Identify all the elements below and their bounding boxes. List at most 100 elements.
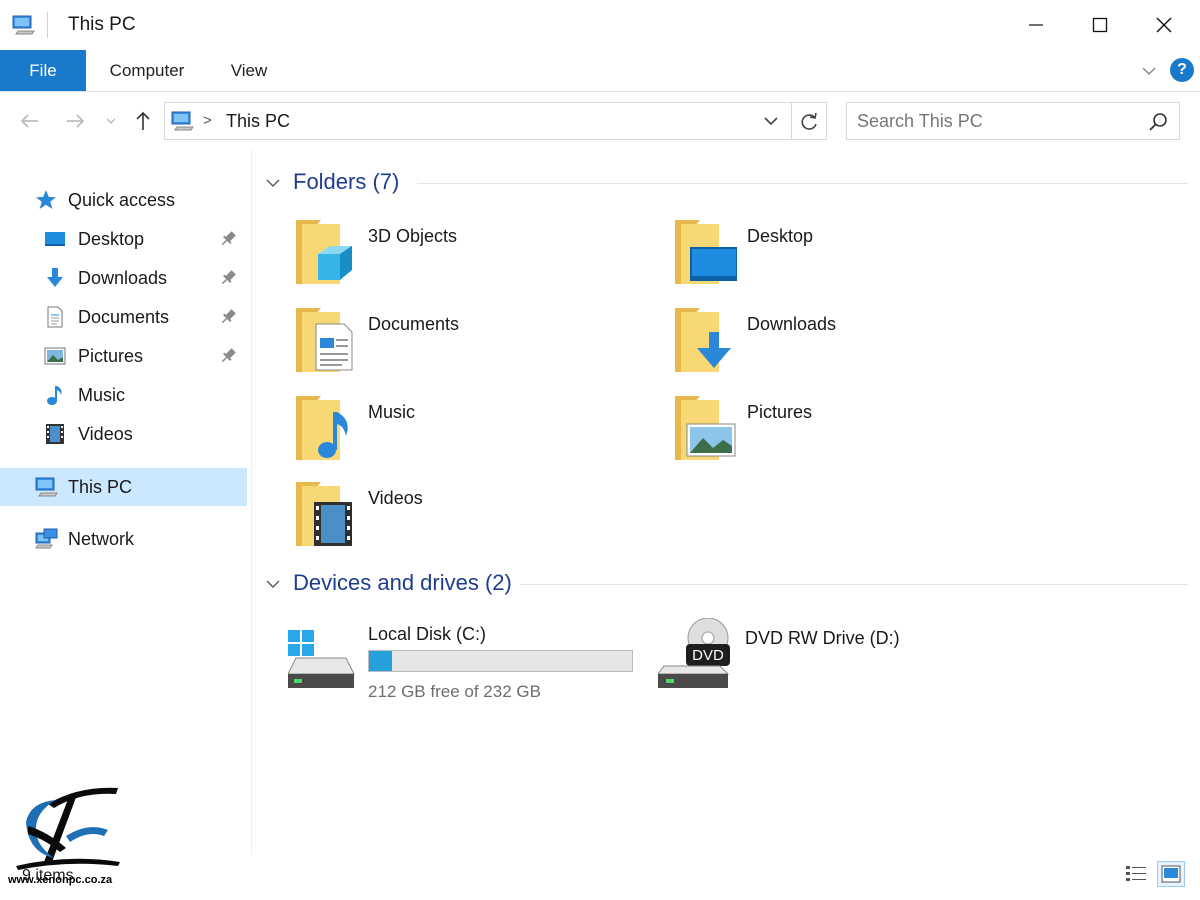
close-button[interactable] — [1140, 6, 1188, 44]
folder-tile-downloads[interactable]: Downloads — [673, 306, 1033, 386]
sidebar-item-label: Videos — [78, 424, 133, 444]
sidebar-item-network[interactable]: Network — [0, 520, 247, 558]
sidebar-item-pictures[interactable]: Pictures — [0, 337, 247, 375]
help-button[interactable]: ? — [1170, 58, 1194, 82]
folder-name: Videos — [368, 488, 423, 508]
minimize-button[interactable] — [1012, 6, 1060, 44]
sidebar-item-label: Downloads — [78, 268, 168, 288]
watermark-logo: www.xenonpc.co.za — [8, 782, 128, 892]
folder-tile-pictures[interactable]: Pictures — [673, 394, 1033, 474]
breadcrumb-this-pc[interactable]: This PC — [226, 111, 290, 132]
refresh-button[interactable] — [797, 110, 821, 134]
sidebar-item-quick-access[interactable]: Quick access — [0, 181, 247, 219]
desktop-folder-icon — [673, 218, 738, 294]
back-button[interactable] — [15, 106, 45, 136]
3d-objects-folder-icon — [294, 218, 358, 294]
devices-group-header[interactable]: Devices and drives (2) — [262, 569, 1188, 599]
desktop-icon — [44, 228, 66, 250]
folder-tile-videos[interactable]: Videos — [294, 480, 654, 560]
chevron-down-icon[interactable] — [264, 575, 282, 593]
pictures-icon — [44, 345, 66, 367]
arrow-right-icon — [67, 114, 85, 128]
music-icon — [44, 384, 66, 406]
title-separator — [47, 12, 48, 38]
large-icons-view-button[interactable] — [1157, 861, 1185, 887]
sidebar-item-documents[interactable]: Documents — [0, 298, 247, 336]
group-divider — [417, 183, 1188, 184]
folder-tile-music[interactable]: Music — [294, 394, 654, 474]
this-pc-icon — [171, 110, 195, 132]
pin-icon[interactable] — [218, 229, 238, 249]
ribbon: File Computer View ? — [0, 50, 1200, 92]
navigation-pane: Quick access Desktop Downloads Documents — [0, 150, 252, 855]
chevron-down-icon — [106, 118, 116, 124]
pin-icon[interactable] — [218, 268, 238, 288]
details-view-button[interactable] — [1122, 861, 1150, 887]
chevron-down-icon[interactable] — [264, 174, 282, 192]
search-icon[interactable] — [1147, 111, 1169, 133]
sidebar-item-label: Documents — [78, 307, 170, 327]
recent-locations-button[interactable] — [99, 106, 123, 136]
folder-tile-3d-objects[interactable]: 3D Objects — [294, 218, 654, 298]
this-pc-icon — [35, 476, 58, 498]
details-view-icon — [1126, 866, 1146, 881]
minimize-icon — [1029, 24, 1043, 26]
folder-tile-desktop[interactable]: Desktop — [673, 218, 1033, 298]
local-disk-icon — [287, 622, 362, 696]
drive-usage-bar — [368, 650, 633, 672]
window-title: This PC — [68, 14, 136, 35]
sidebar-item-label: Music — [78, 385, 126, 405]
folder-name: Music — [368, 402, 416, 422]
chevron-down-icon — [1142, 67, 1156, 75]
maximize-button[interactable] — [1076, 6, 1124, 44]
search-input[interactable] — [857, 109, 1137, 133]
watermark-url: www.xenonpc.co.za — [8, 874, 113, 886]
videos-icon — [44, 423, 66, 445]
up-button[interactable] — [128, 106, 158, 136]
network-icon — [35, 528, 58, 550]
folder-name: Downloads — [747, 314, 837, 334]
sidebar-item-desktop[interactable]: Desktop — [0, 220, 247, 258]
search-box[interactable] — [846, 102, 1180, 140]
sidebar-item-music[interactable]: Music — [0, 376, 247, 414]
drive-name: DVD RW Drive (D:) — [745, 628, 900, 648]
drive-local-disk-c[interactable]: Local Disk (C:) 212 GB free of 232 GB — [287, 622, 638, 712]
folder-name: Pictures — [747, 402, 813, 422]
star-icon — [35, 189, 57, 211]
videos-folder-icon — [294, 480, 358, 556]
status-bar: 9 items — [0, 855, 1200, 900]
tab-view[interactable]: View — [218, 50, 280, 91]
sidebar-item-videos[interactable]: Videos — [0, 415, 247, 453]
dvd-badge: DVD — [692, 647, 724, 664]
expand-ribbon-button[interactable] — [1138, 60, 1160, 82]
sidebar-item-label: Quick access — [68, 190, 176, 210]
drive-free-space: 212 GB free of 232 GB — [368, 682, 541, 701]
this-pc-icon — [12, 14, 36, 36]
pictures-folder-icon — [673, 394, 737, 470]
arrow-left-icon — [20, 114, 38, 128]
folders-group-header[interactable]: Folders (7) — [262, 168, 1188, 198]
drive-usage-fill — [369, 651, 392, 671]
tab-computer[interactable]: Computer — [98, 50, 196, 91]
sidebar-item-this-pc[interactable]: This PC — [0, 468, 247, 506]
folder-name: Documents — [368, 314, 460, 334]
group-divider — [520, 584, 1188, 585]
arrow-up-icon — [136, 111, 150, 130]
chevron-down-icon — [764, 117, 778, 126]
pin-icon[interactable] — [218, 307, 238, 327]
drive-dvd-rw-d[interactable]: DVD DVD RW Drive (D:) — [657, 617, 958, 708]
folder-name: 3D Objects — [368, 226, 458, 246]
address-bar[interactable]: > This PC — [164, 102, 827, 140]
drive-name: Local Disk (C:) — [368, 624, 487, 644]
sidebar-item-downloads[interactable]: Downloads — [0, 259, 247, 297]
address-history-button[interactable] — [761, 111, 781, 131]
tab-file[interactable]: File — [0, 50, 86, 91]
folder-name: Desktop — [747, 226, 814, 246]
folder-tile-documents[interactable]: Documents — [294, 306, 654, 386]
breadcrumb-separator[interactable]: > — [203, 112, 212, 129]
maximize-icon — [1092, 17, 1108, 33]
pin-icon[interactable] — [218, 346, 238, 366]
forward-button[interactable] — [60, 106, 90, 136]
sidebar-item-label: Desktop — [78, 229, 145, 249]
music-folder-icon — [294, 394, 358, 470]
